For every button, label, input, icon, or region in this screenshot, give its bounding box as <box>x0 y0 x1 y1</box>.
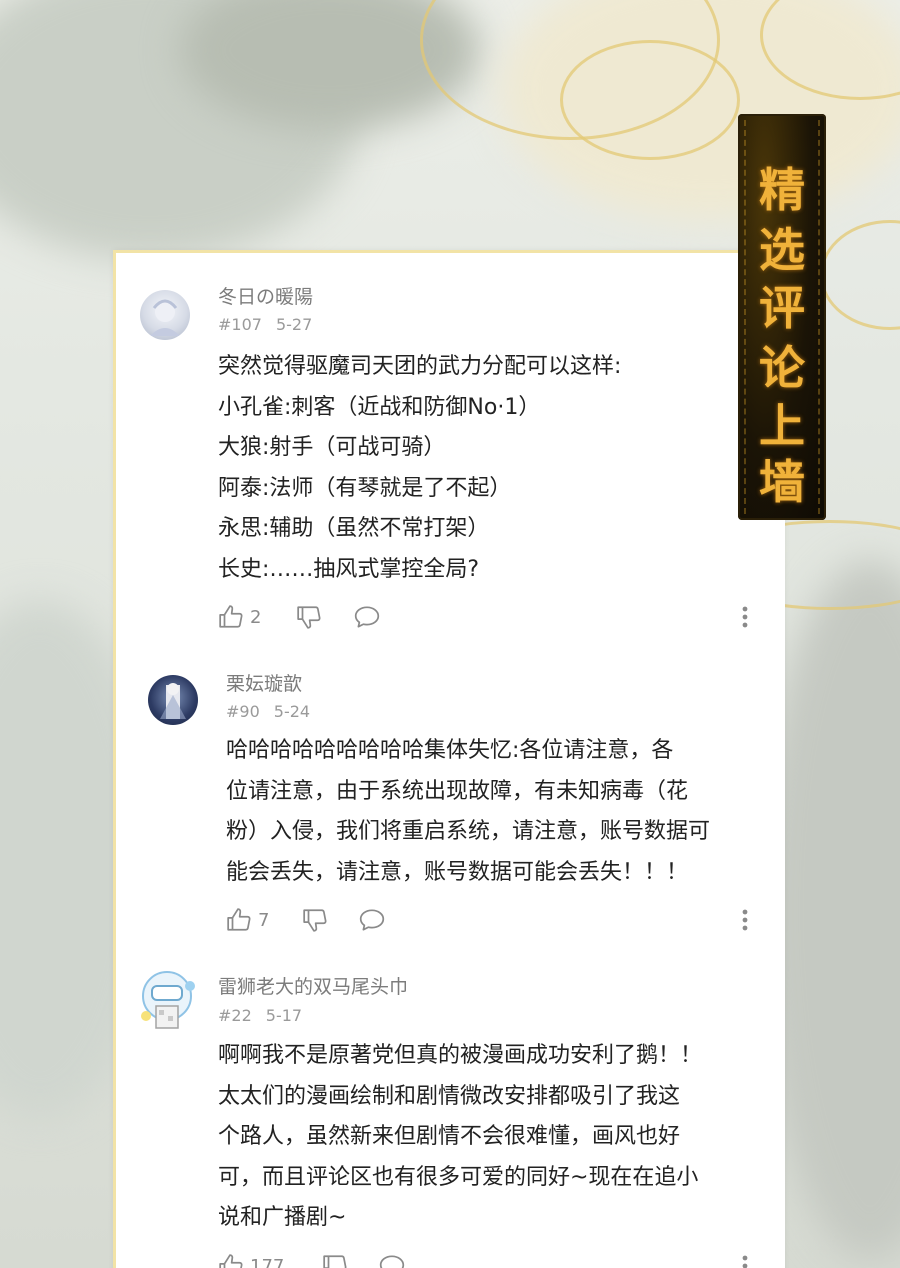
comment-actions: 2 <box>0 603 900 631</box>
comment-username[interactable]: 雷狮老大的双马尾头巾 <box>218 972 408 999</box>
more-vertical-icon <box>742 909 748 931</box>
banner-char: 选 <box>759 223 805 277</box>
comment-line: 个路人，虽然新来但剧情不会很难懂，画风也好 <box>218 1124 681 1149</box>
banner-char: 评 <box>759 281 805 335</box>
more-options-button[interactable] <box>740 1252 750 1268</box>
avatar[interactable] <box>132 966 202 1036</box>
banner-char: 墙 <box>759 455 805 509</box>
more-options-button[interactable] <box>740 603 750 631</box>
avatar-image <box>150 299 180 336</box>
comment-line: 太太们的漫画绘制和剧情微改安排都吸引了我这 <box>218 1083 681 1109</box>
more-options-button[interactable] <box>740 906 750 934</box>
comment-username[interactable]: 栗妘璇歆 <box>226 669 302 696</box>
comment-line: 能会丢失，请注意，账号数据可能会丢失！！！ <box>226 859 689 885</box>
comment-date: 5-24 <box>273 702 311 721</box>
dislike-button[interactable] <box>296 603 322 631</box>
comment-line: 说和广播剧~ <box>218 1205 347 1230</box>
comment-body: 啊啊我不是原著党但真的被漫画成功安利了鹅！！ 太太们的漫画绘制和剧情微改安排都吸… <box>218 1036 702 1239</box>
comment-floor: #90 <box>226 702 260 721</box>
comment-line: 位请注意，由于系统出现故障，有未知病毒（花 <box>226 778 689 804</box>
thumbs-up-icon <box>227 908 251 931</box>
comment-actions: 177 <box>0 1252 900 1268</box>
banner-char: 论 <box>759 341 805 395</box>
comment-line: 可，而且评论区也有很多可爱的同好~现在在追小 <box>218 1164 699 1190</box>
comment-username[interactable]: 冬日の暖陽 <box>218 282 313 309</box>
avatar[interactable] <box>140 290 190 340</box>
comment-date: 5-27 <box>275 315 313 334</box>
speech-bubble-icon <box>354 606 380 628</box>
like-button[interactable]: 2 <box>218 603 261 631</box>
reply-button[interactable] <box>353 603 381 631</box>
reply-button[interactable] <box>378 1252 406 1268</box>
comment-line: 粉）入侵，我们将重启系统，请注意，账号数据可 <box>226 819 711 844</box>
avatar-image <box>141 971 195 1029</box>
comment-line: 啊啊我不是原著党但真的被漫画成功安利了鹅！！ <box>218 1043 703 1068</box>
more-vertical-icon <box>742 606 748 628</box>
comment-body: 突然觉得驱魔司天团的武力分配可以这样: 小孔雀:刺客（近战和防御No·1） 大狼… <box>218 347 621 590</box>
comment-line: 小孔雀:刺客（近战和防御No·1） <box>218 394 541 420</box>
comment-body: 哈哈哈哈哈哈哈哈哈集体失忆:各位请注意，各 位请注意，由于系统出现故障，有未知病… <box>226 731 710 893</box>
speech-bubble-icon <box>359 909 385 931</box>
dislike-button[interactable] <box>322 1252 348 1268</box>
comment-line: 长史:……抽风式掌控全局? <box>218 556 480 582</box>
like-count: 7 <box>258 909 270 931</box>
comment-floor: #22 <box>218 1006 252 1025</box>
avatar-image <box>160 683 186 719</box>
thumbs-up-icon <box>219 1254 243 1268</box>
comment-meta: #90 5-24 <box>226 702 324 721</box>
thumbs-down-icon <box>323 1255 347 1268</box>
banner-char: 精 <box>759 163 805 217</box>
comment-actions: 7 <box>0 906 900 934</box>
thumbs-down-icon <box>303 909 327 932</box>
like-button[interactable]: 7 <box>226 906 269 934</box>
reply-button[interactable] <box>358 906 386 934</box>
dislike-button[interactable] <box>302 906 328 934</box>
banner-char: 上 <box>759 399 805 453</box>
more-vertical-icon <box>742 1255 748 1268</box>
featured-comments-banner: 精 选 评 论 上 墙 <box>738 114 826 520</box>
comment-line: 大狼:射手（可战可骑） <box>218 435 446 460</box>
thumbs-up-icon <box>219 605 243 628</box>
comment-floor: #107 <box>218 315 262 334</box>
thumbs-down-icon <box>297 606 321 629</box>
comment-line: 突然觉得驱魔司天团的武力分配可以这样: <box>218 354 622 379</box>
comment-date: 5-17 <box>265 1006 303 1025</box>
comment-line: 永思:辅助（虽然不常打架） <box>218 516 490 541</box>
like-count: 177 <box>250 1255 285 1268</box>
comment-line: 阿泰:法师（有琴就是了不起） <box>218 475 512 501</box>
speech-bubble-icon <box>379 1255 405 1268</box>
like-button[interactable]: 177 <box>218 1252 284 1268</box>
comment-line: 哈哈哈哈哈哈哈哈哈集体失忆:各位请注意，各 <box>226 738 674 763</box>
comment-meta: #22 5-17 <box>218 1006 316 1025</box>
comment-meta: #107 5-27 <box>218 315 326 334</box>
like-count: 2 <box>250 606 262 628</box>
avatar[interactable] <box>148 675 198 725</box>
